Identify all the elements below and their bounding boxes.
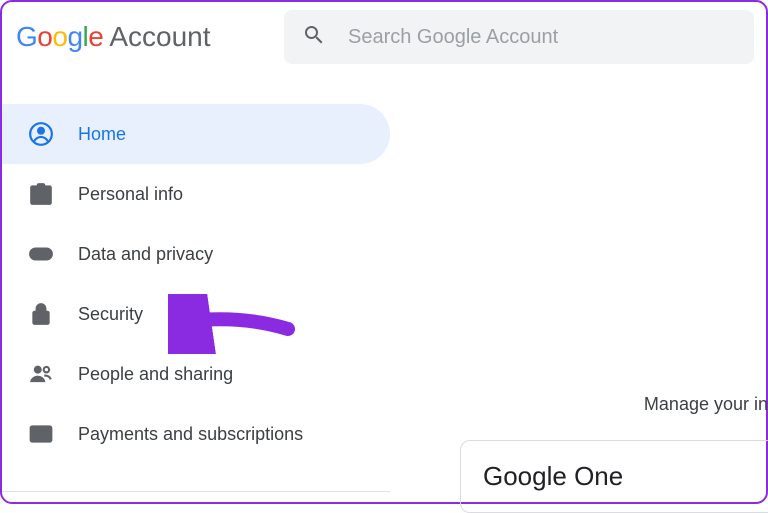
sidebar-item-security[interactable]: Security [2, 284, 390, 344]
sidebar-item-label: Security [78, 304, 143, 325]
home-icon [28, 121, 54, 147]
search-input[interactable] [348, 26, 736, 49]
sidebar-item-people-sharing[interactable]: People and sharing [2, 344, 390, 404]
toggle-icon [28, 241, 54, 267]
header: Google Account [2, 2, 766, 72]
sidebar-item-label: Payments and subscriptions [78, 424, 303, 445]
sidebar-item-home[interactable]: Home [2, 104, 390, 164]
search-icon [302, 23, 326, 52]
sidebar-divider [2, 491, 390, 492]
sidebar-item-data-privacy[interactable]: Data and privacy [2, 224, 390, 284]
sidebar: Home Personal info Data and privacy Secu… [2, 72, 390, 502]
search-box[interactable] [284, 10, 754, 64]
google-one-card[interactable]: Google One [460, 440, 768, 513]
sidebar-item-label: Personal info [78, 184, 183, 205]
people-icon [28, 361, 54, 387]
google-wordmark: Google [16, 21, 103, 53]
sidebar-item-label: People and sharing [78, 364, 233, 385]
sidebar-item-label: Home [78, 124, 126, 145]
card-title: Google One [483, 461, 757, 492]
sidebar-item-label: Data and privacy [78, 244, 213, 265]
id-card-icon [28, 181, 54, 207]
card-icon [28, 421, 54, 447]
sidebar-item-personal-info[interactable]: Personal info [2, 164, 390, 224]
main-content: Manage your in Google One [390, 72, 766, 502]
sidebar-item-payments[interactable]: Payments and subscriptions [2, 404, 390, 464]
manage-text: Manage your in [644, 394, 768, 415]
logo[interactable]: Google Account [16, 21, 211, 53]
lock-icon [28, 301, 54, 327]
account-word: Account [109, 21, 210, 53]
